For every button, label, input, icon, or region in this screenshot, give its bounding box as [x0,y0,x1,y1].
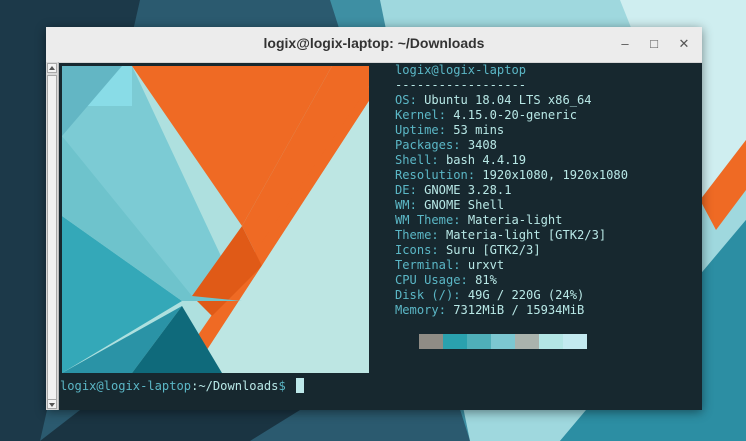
terminal-window[interactable]: logix@logix-laptop: ~/Downloads – □ ✕ lo… [46,27,702,410]
scroll-down-arrow-icon[interactable] [47,399,57,409]
info-row-os: OS: Ubuntu 18.04 LTS x86_64 [395,93,592,107]
palette-swatch [563,334,587,349]
prompt-cwd: ~/Downloads [198,379,279,393]
window-title: logix@logix-laptop: ~/Downloads [263,35,485,51]
color-palette [419,334,587,349]
info-row-icons: Icons: Suru [GTK2/3] [395,243,541,257]
distro-logo-image [62,66,369,373]
system-info: logix@logix-laptop ------------------ OS… [395,63,628,318]
prompt-symbol: $ [278,379,286,393]
info-row-wm-theme: WM Theme: Materia-light [395,213,563,227]
info-separator: ------------------ [395,78,527,92]
info-row-theme: Theme: Materia-light [GTK2/3] [395,228,607,242]
title-bar[interactable]: logix@logix-laptop: ~/Downloads – □ ✕ [46,27,702,63]
info-row-uptime: Uptime: 53 mins [395,123,505,137]
minimize-icon[interactable]: – [617,36,633,52]
info-row-terminal: Terminal: urxvt [395,258,505,272]
info-row-shell: Shell: bash 4.4.19 [395,153,527,167]
info-row-disk: Disk (/): 49G / 220G (24%) [395,288,585,302]
scrollbar[interactable] [46,62,59,410]
palette-swatch [515,334,539,349]
info-row-memory: Memory: 7312MiB / 15934MiB [395,303,585,317]
info-header: logix@logix-laptop [395,63,527,77]
close-icon[interactable]: ✕ [676,36,692,52]
shell-prompt[interactable]: logix@logix-laptop:~/Downloads$ [60,378,304,393]
palette-swatch [443,334,467,349]
info-row-de: DE: GNOME 3.28.1 [395,183,512,197]
maximize-icon[interactable]: □ [646,36,662,52]
info-row-resolution: Resolution: 1920x1080, 1920x1080 [395,168,628,182]
text-cursor [296,378,304,393]
palette-swatch [467,334,491,349]
prompt-user-host: logix@logix-laptop [60,379,192,393]
info-row-kernel: Kernel: 4.15.0-20-generic [395,108,578,122]
scrollbar-thumb[interactable] [47,75,57,408]
palette-swatch [419,334,443,349]
info-row-packages: Packages: 3408 [395,138,497,152]
info-row-cpu-usage: CPU Usage: 81% [395,273,497,287]
scroll-up-arrow-icon[interactable] [47,63,57,73]
info-row-wm: WM: GNOME Shell [395,198,505,212]
palette-swatch [491,334,515,349]
palette-swatch [539,334,563,349]
